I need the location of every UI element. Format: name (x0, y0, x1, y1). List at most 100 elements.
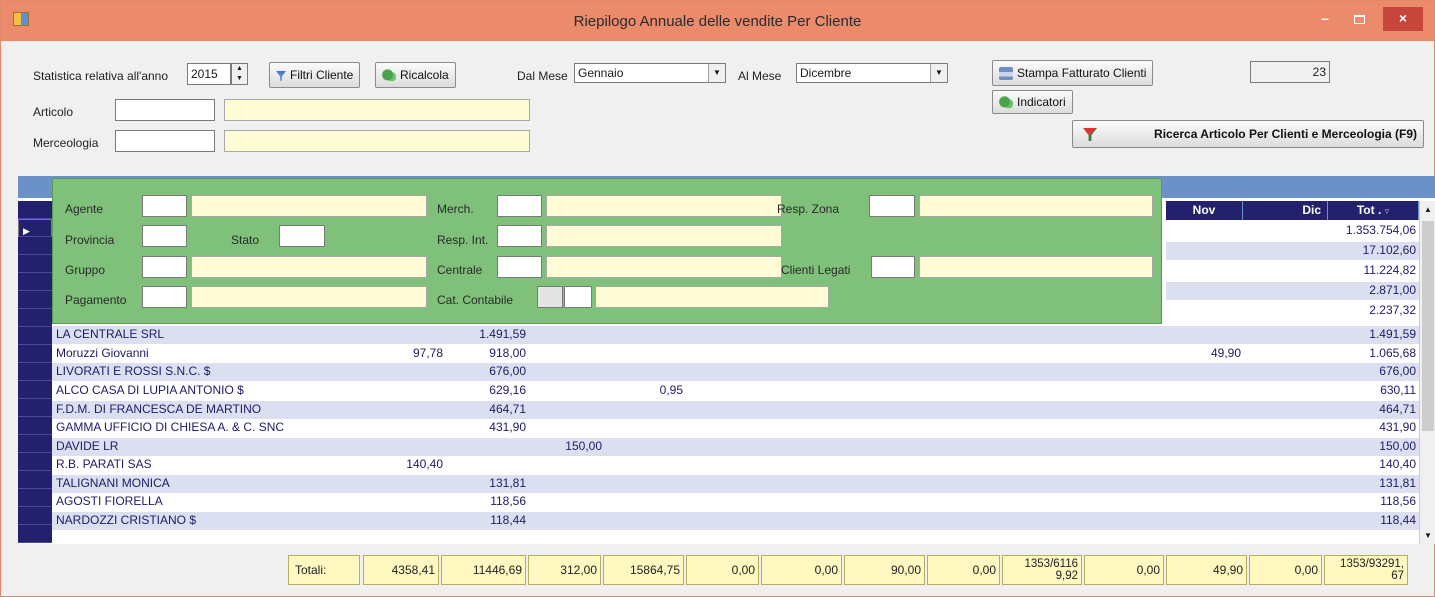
merch-code-input[interactable] (497, 195, 542, 217)
table-row[interactable]: LA CENTRALE SRL 1.491,59 1.491,59 (52, 326, 1419, 344)
tot-cell: 131,81 (1379, 476, 1416, 490)
resp-int-code-input[interactable] (497, 225, 542, 247)
row-header[interactable] (18, 345, 52, 363)
cat-contabile-desc-field (595, 286, 829, 308)
row-header[interactable] (18, 201, 52, 219)
provincia-input[interactable] (142, 225, 187, 247)
total-value-line: 1353/6116 (1024, 558, 1078, 570)
row-header[interactable] (18, 255, 52, 273)
total-value: 0,00 (761, 555, 842, 585)
table-row[interactable]: TALIGNANI MONICA 131,81 131,81 (52, 475, 1419, 493)
tot-cell: 118,56 (1380, 494, 1416, 508)
vertical-scrollbar[interactable]: ▲ ▼ (1419, 201, 1435, 544)
merch-desc-field (546, 195, 782, 217)
total-value: 4358,41 (363, 555, 439, 585)
row-header[interactable] (18, 507, 52, 525)
total-cell: 2.871,00 (1166, 282, 1419, 300)
col-header-dic[interactable]: Dic (1243, 201, 1328, 220)
year-label: Statistica relativa all'anno (33, 69, 169, 83)
agente-desc-field (191, 195, 427, 217)
pagamento-code-input[interactable] (142, 286, 187, 308)
agente-code-input[interactable] (142, 195, 187, 217)
row-header[interactable] (18, 237, 52, 255)
window-title: Riepilogo Annuale delle vendite Per Clie… (573, 13, 862, 30)
tot-cell: 140,40 (1379, 457, 1416, 471)
table-row[interactable]: ALCO CASA DI LUPIA ANTONIO $ 629,16 0,95… (52, 382, 1419, 400)
row-header[interactable] (18, 381, 52, 399)
cat-contabile-code-input[interactable] (564, 286, 592, 308)
year-input[interactable]: 2015 (187, 63, 231, 85)
row-header[interactable] (18, 525, 52, 543)
cat-contabile-prefix (537, 286, 563, 308)
merceologia-code-input[interactable] (115, 130, 215, 152)
total-cell: 11.224,82 (1363, 263, 1417, 277)
value-cell: 1.491,59 (479, 327, 526, 341)
centrale-code-input[interactable] (497, 256, 542, 278)
scroll-down-icon[interactable]: ▼ (1420, 527, 1435, 544)
resp-zona-code-input[interactable] (869, 195, 915, 217)
clienti-legati-desc-field (919, 256, 1153, 278)
table-row[interactable]: NARDOZZI CRISTIANO $ 118,44 118,44 (52, 512, 1419, 530)
dal-mese-select[interactable]: Gennaio ▼ (574, 63, 726, 83)
value-cell: 131,81 (489, 476, 526, 490)
row-header[interactable] (18, 273, 52, 291)
indicatori-button[interactable]: Indicatori (992, 90, 1073, 114)
tot-cell: 630,11 (1380, 383, 1416, 397)
resp-int-label: Resp. Int. (437, 233, 489, 247)
value-cell: 97,78 (412, 346, 443, 360)
merceologia-label: Merceologia (33, 136, 99, 150)
gruppo-code-input[interactable] (142, 256, 187, 278)
row-header[interactable] (18, 435, 52, 453)
year-spinner[interactable]: ▲ ▼ (231, 63, 248, 85)
value-cell: 118,44 (490, 513, 526, 527)
al-mese-label: Al Mese (738, 69, 782, 83)
minimize-button[interactable]: – (1311, 7, 1339, 31)
al-mese-select[interactable]: Dicembre ▼ (796, 63, 948, 83)
ricalcola-button[interactable]: Ricalcola (375, 62, 456, 88)
col-header-tot-label: Tot . (1356, 203, 1382, 217)
table-row[interactable]: AGOSTI FIORELLA 118,56 118,56 (52, 493, 1419, 511)
table-row[interactable]: DAVIDE LR 150,00 150,00 (52, 438, 1419, 456)
resp-zona-desc-field (919, 195, 1153, 217)
row-header[interactable] (18, 399, 52, 417)
table-row[interactable]: GAMMA UFFICIO DI CHIESA A. & C. SNC 431,… (52, 419, 1419, 437)
client-name: GAMMA UFFICIO DI CHIESA A. & C. SNC (56, 420, 285, 434)
close-button[interactable]: × (1383, 7, 1423, 31)
stato-input[interactable] (279, 225, 325, 247)
row-header[interactable] (18, 363, 52, 381)
money-icon (382, 69, 396, 83)
search-filter-icon (1083, 128, 1097, 141)
value-cell: 0,95 (659, 383, 683, 397)
row-header[interactable] (18, 327, 52, 345)
ricalcola-label: Ricalcola (400, 68, 449, 82)
clienti-legati-code-input[interactable] (871, 256, 915, 278)
table-row[interactable]: F.D.M. DI FRANCESCA DE MARTINO 464,71 46… (52, 401, 1419, 419)
table-row[interactable]: R.B. PARATI SAS 140,40 140,40 (52, 456, 1419, 474)
row-header[interactable] (18, 471, 52, 489)
scroll-thumb[interactable] (1422, 221, 1434, 431)
stampa-fatturato-button[interactable]: Stampa Fatturato Clienti (992, 60, 1154, 86)
row-header[interactable] (18, 489, 52, 507)
row-header[interactable] (18, 453, 52, 471)
clienti-legati-label: Clienti Legati (781, 263, 851, 277)
merch-label: Merch. (437, 202, 474, 216)
row-header-selected[interactable] (18, 219, 52, 240)
col-header-nov[interactable]: Nov (1166, 201, 1243, 220)
client-name: LA CENTRALE SRL (56, 327, 165, 341)
maximize-button[interactable] (1345, 7, 1373, 31)
row-header[interactable] (18, 417, 52, 435)
articolo-code-input[interactable] (115, 99, 215, 121)
ricerca-articolo-button[interactable]: Ricerca Articolo Per Clienti e Merceolog… (1072, 120, 1424, 148)
row-header[interactable] (18, 291, 52, 309)
row-header[interactable] (18, 309, 52, 327)
col-header-tot[interactable]: Tot . ▿ (1328, 201, 1419, 220)
dal-mese-label: Dal Mese (517, 69, 568, 83)
value-cell: 150,00 (565, 439, 602, 453)
totals-label: Totali: (288, 555, 360, 585)
scroll-up-icon[interactable]: ▲ (1420, 201, 1435, 218)
table-row[interactable]: LIVORATI E ROSSI S.N.C. $ 676,00 676,00 (52, 363, 1419, 381)
filtri-cliente-button[interactable]: Filtri Cliente (269, 62, 361, 88)
client-name: AGOSTI FIORELLA (56, 494, 163, 508)
client-name: R.B. PARATI SAS (56, 457, 152, 471)
table-row[interactable]: Moruzzi Giovanni 97,78 918,00 49,90 1.06… (52, 345, 1419, 363)
